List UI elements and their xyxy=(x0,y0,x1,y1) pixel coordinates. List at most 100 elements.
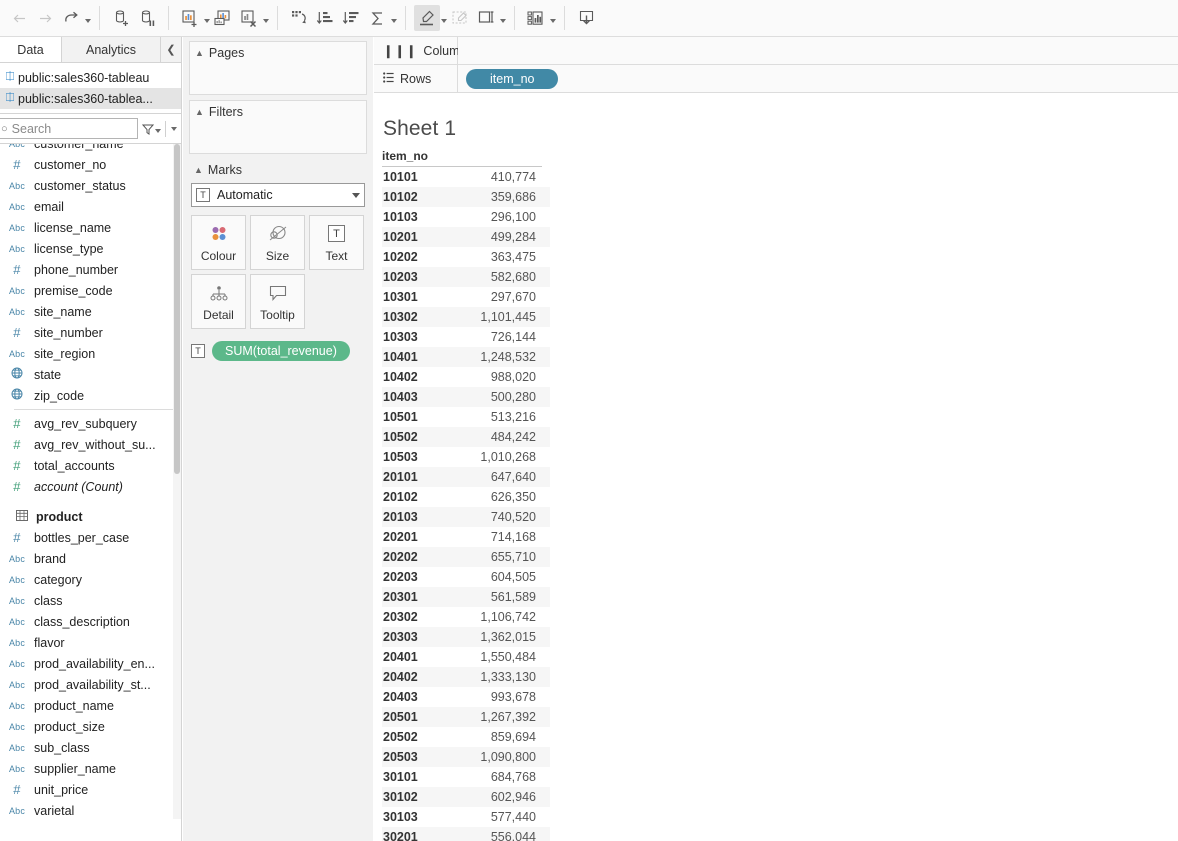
new-worksheet-button[interactable] xyxy=(177,5,210,31)
tab-data[interactable]: Data xyxy=(0,37,62,62)
new-worksheet-icon[interactable] xyxy=(177,5,203,31)
data-source-item-selected[interactable]: ⎅ public:sales360-tablea... xyxy=(0,88,181,109)
table-row[interactable]: 10301 297,670 xyxy=(382,287,550,307)
swap-rows-columns-icon[interactable] xyxy=(286,5,312,31)
sort-descending-icon[interactable] xyxy=(338,5,364,31)
pages-card-header[interactable]: ▲ Pages xyxy=(190,42,366,64)
field-item[interactable]: Abc customer_status xyxy=(0,175,181,196)
swap-rows-columns-button[interactable] xyxy=(286,5,312,31)
totals-icon[interactable] xyxy=(364,5,390,31)
clear-sheet-icon[interactable] xyxy=(236,5,262,31)
table-row[interactable]: 30201 556,044 xyxy=(382,827,550,841)
field-item[interactable]: Abc premise_code xyxy=(0,280,181,301)
field-item[interactable]: Abc site_name xyxy=(0,301,181,322)
table-row[interactable]: 20302 1,106,742 xyxy=(382,607,550,627)
field-item[interactable]: Abc license_name xyxy=(0,217,181,238)
table-row[interactable]: 10401 1,248,532 xyxy=(382,347,550,367)
field-item[interactable]: # total_accounts xyxy=(0,455,181,476)
table-row[interactable]: 10503 1,010,268 xyxy=(382,447,550,467)
chevron-down-icon[interactable] xyxy=(550,18,556,23)
chevron-down-icon[interactable] xyxy=(391,18,397,23)
table-row[interactable]: 20503 1,090,800 xyxy=(382,747,550,767)
filters-card-header[interactable]: ▲ Filters xyxy=(190,101,366,123)
field-item[interactable]: # bottles_per_case xyxy=(0,527,181,548)
table-row[interactable]: 30101 684,768 xyxy=(382,767,550,787)
pages-shelf[interactable] xyxy=(190,64,366,94)
marks-card-header[interactable]: ▲ Marks xyxy=(189,159,367,181)
field-item[interactable]: # customer_no xyxy=(0,154,181,175)
marks-colour-button[interactable]: Colour xyxy=(191,215,246,270)
rows-pill-item-no[interactable]: item_no xyxy=(466,68,559,89)
field-item[interactable]: Abc product_size xyxy=(0,716,181,737)
columns-shelf[interactable]: ❙❙❙ Columns xyxy=(374,37,1178,65)
filters-shelf[interactable] xyxy=(190,123,366,153)
duplicate-sheet-button[interactable] xyxy=(210,5,236,31)
field-item[interactable]: # account (Count) xyxy=(0,476,181,497)
highlighter-icon[interactable] xyxy=(414,5,440,31)
table-row[interactable]: 20402 1,333,130 xyxy=(382,667,550,687)
data-source-item[interactable]: ⎅ public:sales360-tableau xyxy=(0,67,181,88)
highlighter-button[interactable] xyxy=(414,5,447,31)
field-item[interactable]: Abc sub_class xyxy=(0,737,181,758)
fit-button[interactable] xyxy=(473,5,506,31)
field-item[interactable]: Abc category xyxy=(0,569,181,590)
chevron-down-icon[interactable] xyxy=(85,18,91,23)
field-item[interactable]: # site_number xyxy=(0,322,181,343)
field-item[interactable]: Abc license_type xyxy=(0,238,181,259)
scrollbar-thumb[interactable] xyxy=(174,144,180,474)
show-me-button[interactable] xyxy=(523,5,556,31)
table-row[interactable]: 10103 296,100 xyxy=(382,207,550,227)
field-item[interactable]: Abc site_region xyxy=(0,343,181,364)
columns-shelf-drop[interactable] xyxy=(458,37,1178,64)
filter-icon[interactable] xyxy=(142,123,161,135)
table-row[interactable]: 10102 359,686 xyxy=(382,187,550,207)
clear-sheet-button[interactable] xyxy=(236,5,269,31)
pause-auto-update-icon[interactable] xyxy=(134,5,160,31)
new-data-source-icon[interactable] xyxy=(108,5,134,31)
field-item[interactable]: Abc prod_availability_en... xyxy=(0,653,181,674)
field-item[interactable]: Abc product_name xyxy=(0,695,181,716)
new-data-source-button[interactable] xyxy=(108,5,134,31)
table-row[interactable]: 10501 513,216 xyxy=(382,407,550,427)
mark-type-dropdown[interactable]: T Automatic xyxy=(191,183,365,207)
totals-button[interactable] xyxy=(364,5,397,31)
search-input[interactable]: ○ Search xyxy=(0,118,138,139)
download-icon[interactable] xyxy=(573,5,599,31)
field-item[interactable]: Abc class_description xyxy=(0,611,181,632)
field-item[interactable]: # phone_number xyxy=(0,259,181,280)
rows-shelf[interactable]: Rows item_no xyxy=(374,65,1178,93)
table-row[interactable]: 10402 988,020 xyxy=(382,367,550,387)
undo-redo-button[interactable] xyxy=(58,5,91,31)
table-row[interactable]: 20403 993,678 xyxy=(382,687,550,707)
table-row[interactable]: 20401 1,550,484 xyxy=(382,647,550,667)
field-item[interactable]: # avg_rev_subquery xyxy=(0,413,181,434)
field-item[interactable]: Abc class xyxy=(0,590,181,611)
sort-descending-button[interactable] xyxy=(338,5,364,31)
chevron-left-icon[interactable]: ❮ xyxy=(161,37,181,62)
table-row[interactable]: 10502 484,242 xyxy=(382,427,550,447)
table-row[interactable]: 20102 626,350 xyxy=(382,487,550,507)
field-item[interactable]: # unit_price xyxy=(0,779,181,800)
duplicate-sheet-icon[interactable] xyxy=(210,5,236,31)
field-item[interactable]: zip_code xyxy=(0,385,181,406)
table-row[interactable]: 20103 740,520 xyxy=(382,507,550,527)
table-row[interactable]: 10101 410,774 xyxy=(382,167,550,187)
tab-analytics[interactable]: Analytics xyxy=(62,37,161,62)
table-row[interactable]: 10201 499,284 xyxy=(382,227,550,247)
field-group-header[interactable]: product xyxy=(0,506,181,527)
table-row[interactable]: 10302 1,101,445 xyxy=(382,307,550,327)
table-row[interactable]: 10403 500,280 xyxy=(382,387,550,407)
marks-detail-button[interactable]: Detail xyxy=(191,274,246,329)
table-row[interactable]: 20202 655,710 xyxy=(382,547,550,567)
sort-ascending-button[interactable] xyxy=(312,5,338,31)
field-item[interactable]: Abc brand xyxy=(0,548,181,569)
marks-size-button[interactable]: Size xyxy=(250,215,305,270)
field-list-scrollbar[interactable] xyxy=(173,144,181,819)
marks-text-button[interactable]: T Text xyxy=(309,215,364,270)
sort-ascending-icon[interactable] xyxy=(312,5,338,31)
table-row[interactable]: 20201 714,168 xyxy=(382,527,550,547)
field-item[interactable]: Abc flavor xyxy=(0,632,181,653)
table-row[interactable]: 10303 726,144 xyxy=(382,327,550,347)
table-row[interactable]: 20301 561,589 xyxy=(382,587,550,607)
field-item[interactable]: # avg_rev_without_su... xyxy=(0,434,181,455)
